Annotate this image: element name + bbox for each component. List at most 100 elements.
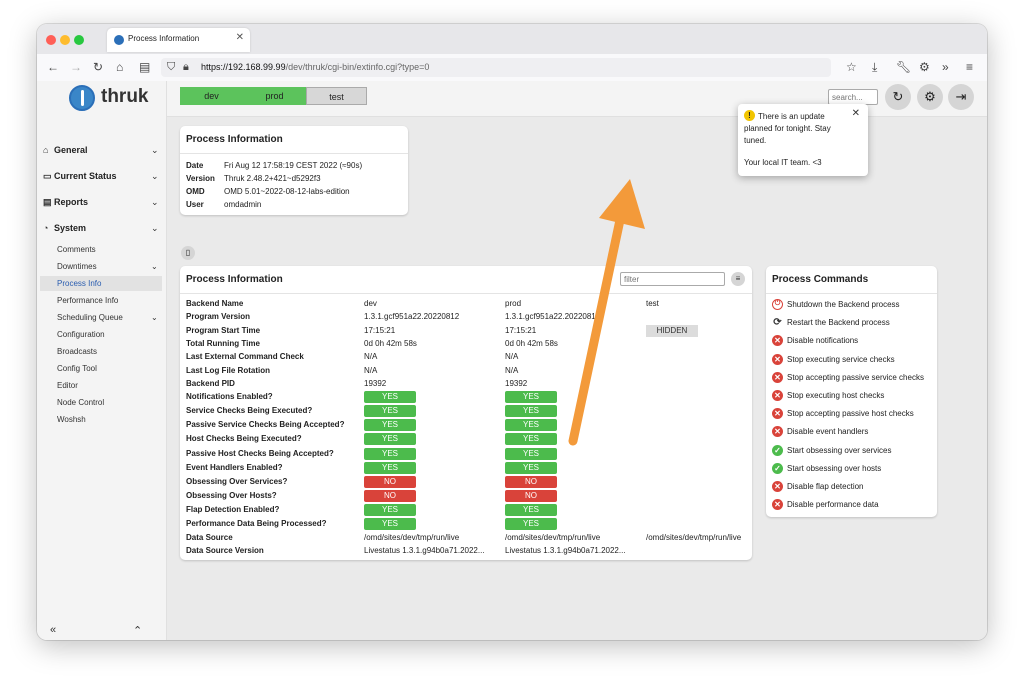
overflow-chevrons-icon[interactable]: » bbox=[942, 60, 949, 74]
chevron-down-icon[interactable]: ⌄ bbox=[151, 262, 158, 271]
collapse-sidebar-icon[interactable]: « bbox=[50, 624, 56, 636]
x-circle-icon[interactable]: ✕ bbox=[772, 481, 783, 492]
logo-text[interactable]: thruk bbox=[101, 86, 149, 108]
sidebar-section-reports[interactable]: ▤ Reports bbox=[43, 197, 88, 208]
sidebar-item-downtimes[interactable]: Downtimes bbox=[57, 262, 97, 271]
hamburger-menu-icon[interactable]: ≡ bbox=[966, 60, 973, 74]
command-link[interactable]: Stop accepting passive host checks bbox=[787, 409, 914, 418]
forward-arrow-icon[interactable]: → bbox=[70, 60, 82, 74]
sidebar-item-performance-info[interactable]: Performance Info bbox=[57, 296, 118, 305]
command-link[interactable]: Restart the Backend process bbox=[787, 318, 890, 327]
sidebar-item-node-control[interactable]: Node Control bbox=[57, 398, 104, 407]
sidebar-item-config-tool[interactable]: Config Tool bbox=[57, 364, 97, 373]
status-no-badge[interactable]: NO bbox=[505, 475, 557, 488]
lock-icon[interactable]: 🔒︎ bbox=[183, 60, 189, 74]
zoom-window-button[interactable] bbox=[74, 35, 84, 45]
backend-button-test[interactable]: test bbox=[306, 87, 367, 105]
status-yes-badge[interactable]: YES bbox=[505, 447, 557, 460]
sidebar-section-general[interactable]: ⌂ General bbox=[43, 145, 88, 155]
backend-button-dev[interactable]: dev bbox=[180, 87, 243, 105]
status-yes-badge[interactable]: YES bbox=[364, 503, 416, 516]
status-yes-badge[interactable]: YES bbox=[505, 433, 557, 446]
status-yes-badge[interactable]: YES bbox=[364, 447, 416, 460]
thruk-logo-icon[interactable] bbox=[69, 85, 95, 111]
command-link[interactable]: Start obsessing over hosts bbox=[787, 464, 881, 473]
chevron-down-icon[interactable]: ⌄ bbox=[151, 313, 158, 322]
status-yes-badge[interactable]: YES bbox=[505, 391, 557, 404]
command-link[interactable]: Shutdown the Backend process bbox=[787, 300, 900, 309]
close-window-button[interactable] bbox=[46, 35, 56, 45]
close-icon[interactable]: ✕ bbox=[852, 108, 860, 119]
status-yes-badge[interactable]: YES bbox=[505, 503, 557, 516]
settings-gear-icon[interactable]: ⚙ bbox=[917, 84, 943, 110]
status-yes-badge[interactable]: YES bbox=[364, 391, 416, 404]
status-yes-badge[interactable]: YES bbox=[364, 461, 416, 474]
x-circle-icon[interactable]: ✕ bbox=[772, 353, 783, 365]
x-circle-icon[interactable]: ✕ bbox=[772, 426, 783, 438]
shield-icon[interactable]: ⛉ bbox=[167, 60, 175, 74]
status-yes-badge[interactable]: YES bbox=[364, 518, 416, 530]
command-link[interactable]: Disable performance data bbox=[787, 500, 879, 509]
sidebar-section-system[interactable]: ◔ System bbox=[43, 223, 86, 233]
backend-button-prod[interactable]: prod bbox=[243, 87, 306, 105]
filter-input[interactable] bbox=[620, 272, 725, 286]
sidebar-item-comments[interactable]: Comments bbox=[57, 245, 96, 254]
refresh-icon[interactable]: ↻ bbox=[885, 84, 911, 110]
chevron-up-icon[interactable]: ⌄ bbox=[151, 223, 159, 234]
wrench-icon[interactable]: 🔧︎ bbox=[896, 60, 911, 74]
check-circle-icon[interactable]: ✓ bbox=[772, 444, 783, 456]
scroll-top-icon[interactable]: ⌃ bbox=[133, 624, 142, 637]
gear-icon[interactable]: ⚙ bbox=[919, 60, 930, 74]
address-bar[interactable]: ⛉ 🔒︎ https://192.168.99.99/dev/thruk/cgi… bbox=[161, 58, 831, 77]
command-link[interactable]: Start obsessing over services bbox=[787, 446, 892, 455]
x-circle-icon[interactable]: ✕ bbox=[772, 408, 783, 420]
sidebar-item-configuration[interactable]: Configuration bbox=[57, 330, 105, 339]
column-menu-icon[interactable]: ≡ bbox=[731, 272, 745, 286]
browser-tab[interactable]: Process Information ✕ bbox=[107, 28, 250, 52]
status-yes-badge[interactable]: YES bbox=[505, 518, 557, 530]
logout-icon[interactable]: ⇥ bbox=[948, 84, 974, 110]
x-circle-icon[interactable]: ✕ bbox=[772, 371, 783, 383]
command-link[interactable]: Disable notifications bbox=[787, 336, 858, 345]
chevron-down-icon[interactable]: ⌄ bbox=[151, 145, 159, 156]
status-yes-badge[interactable]: YES bbox=[505, 461, 557, 474]
status-no-badge[interactable]: NO bbox=[364, 475, 416, 488]
sidebar-section-current-status[interactable]: ▭ Current Status bbox=[43, 171, 117, 182]
status-yes-badge[interactable]: YES bbox=[505, 405, 557, 418]
home-icon[interactable]: ⌂ bbox=[116, 60, 123, 74]
reload-icon[interactable]: ↻ bbox=[93, 60, 103, 74]
tab-close-icon[interactable]: ✕ bbox=[236, 32, 244, 43]
bookmark-star-icon[interactable]: ☆ bbox=[846, 60, 857, 74]
extension-icon[interactable]: ▤ bbox=[139, 60, 150, 74]
chevron-down-icon[interactable]: ⌄ bbox=[151, 197, 159, 208]
refresh-icon[interactable]: ⟳ bbox=[772, 317, 783, 328]
chevron-down-icon[interactable]: ⌄ bbox=[151, 171, 159, 182]
status-yes-badge[interactable]: YES bbox=[505, 419, 557, 432]
status-no-badge[interactable]: NO bbox=[505, 489, 557, 502]
back-arrow-icon[interactable]: ← bbox=[47, 60, 59, 74]
check-circle-icon[interactable]: ✓ bbox=[772, 462, 783, 474]
minimize-window-button[interactable] bbox=[60, 35, 70, 45]
search-input[interactable] bbox=[828, 89, 878, 105]
status-no-badge[interactable]: NO bbox=[364, 489, 416, 502]
status-yes-badge[interactable]: YES bbox=[364, 433, 416, 446]
x-circle-icon[interactable]: ✕ bbox=[772, 499, 783, 511]
status-yes-badge[interactable]: YES bbox=[364, 419, 416, 432]
x-circle-icon[interactable]: ✕ bbox=[772, 335, 783, 347]
status-yes-badge[interactable]: YES bbox=[364, 405, 416, 418]
command-link[interactable]: Stop accepting passive service checks bbox=[787, 373, 924, 382]
sidebar-item-broadcasts[interactable]: Broadcasts bbox=[57, 347, 97, 356]
sidebar-item-scheduling-queue[interactable]: Scheduling Queue bbox=[57, 313, 123, 322]
command-link[interactable]: Disable flap detection bbox=[787, 482, 864, 491]
sidebar-item-woshsh[interactable]: Woshsh bbox=[57, 415, 86, 424]
power-icon[interactable]: ⏻ bbox=[772, 299, 783, 310]
sidebar-item-editor[interactable]: Editor bbox=[57, 381, 78, 390]
download-icon[interactable]: ⤓ bbox=[872, 60, 877, 74]
x-circle-icon[interactable]: ✕ bbox=[772, 390, 783, 401]
sidebar-item-process-info[interactable]: Process Info bbox=[40, 276, 162, 291]
command-link[interactable]: Stop executing service checks bbox=[787, 355, 895, 364]
command-link[interactable]: Stop executing host checks bbox=[787, 391, 884, 400]
command-link[interactable]: Disable event handlers bbox=[787, 427, 868, 436]
export-document-icon[interactable]: ▯ bbox=[181, 246, 195, 260]
hidden-backend-badge[interactable]: HIDDEN bbox=[646, 324, 698, 337]
